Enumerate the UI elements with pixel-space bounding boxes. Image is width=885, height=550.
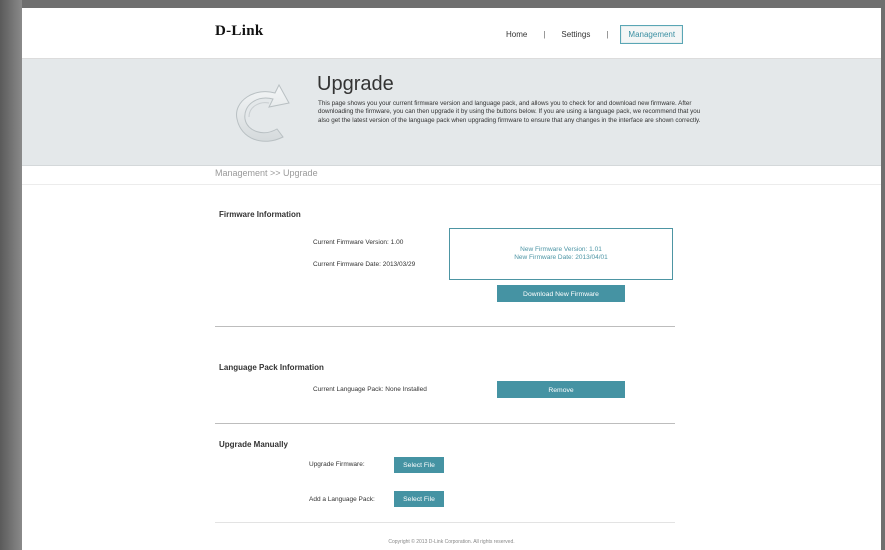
breadcrumb: Management >> Upgrade — [215, 168, 318, 178]
add-language-pack-label: Add a Language Pack: — [309, 496, 375, 503]
section-divider — [215, 423, 675, 424]
page-title: Upgrade — [317, 73, 394, 95]
page-description: This page shows you your current firmwar… — [318, 100, 701, 124]
current-firmware-version: Current Firmware Version: 1.00 — [313, 239, 404, 246]
remove-language-pack-button[interactable]: Remove — [497, 381, 625, 398]
footer-divider — [215, 522, 675, 523]
select-language-file-button[interactable]: Select File — [394, 491, 444, 507]
page-banner: Upgrade This page shows you your current… — [22, 59, 881, 166]
nav-separator: | — [606, 30, 609, 39]
nav-home[interactable]: Home — [502, 30, 531, 39]
window-top-strip — [22, 0, 885, 8]
current-firmware-date: Current Firmware Date: 2013/03/29 — [313, 261, 416, 268]
new-firmware-version: New Firmware Version: 1.01 — [520, 246, 602, 253]
section-divider — [215, 326, 675, 327]
nav-management[interactable]: Management — [620, 25, 684, 44]
nav-settings[interactable]: Settings — [557, 30, 594, 39]
upgrade-manually-section-title: Upgrade Manually — [219, 440, 288, 449]
breadcrumb-divider — [22, 184, 881, 185]
new-firmware-date: New Firmware Date: 2013/04/01 — [514, 253, 608, 261]
upgrade-firmware-label: Upgrade Firmware: — [309, 461, 365, 468]
dlink-logo: D-Link — [215, 23, 264, 39]
language-pack-section-title: Language Pack Information — [219, 363, 324, 372]
copyright-footer: Copyright © 2013 D-Link Corporation. All… — [388, 539, 515, 545]
select-firmware-file-button[interactable]: Select File — [394, 457, 444, 473]
firmware-section-title: Firmware Information — [219, 210, 301, 219]
download-new-firmware-button[interactable]: Download New Firmware — [497, 285, 625, 302]
refresh-arrow-icon — [236, 83, 290, 142]
new-firmware-info-box: New Firmware Version: 1.01 New Firmware … — [449, 228, 673, 280]
main-nav: Home | Settings | Management — [502, 25, 684, 44]
current-language-pack: Current Language Pack: None Installed — [313, 386, 427, 393]
top-header: D-Link Home | Settings | Management — [22, 8, 881, 59]
nav-separator: | — [543, 30, 546, 39]
window-shadow — [0, 0, 22, 550]
browser-page: D-Link Home | Settings | Management Upgr… — [22, 8, 881, 550]
